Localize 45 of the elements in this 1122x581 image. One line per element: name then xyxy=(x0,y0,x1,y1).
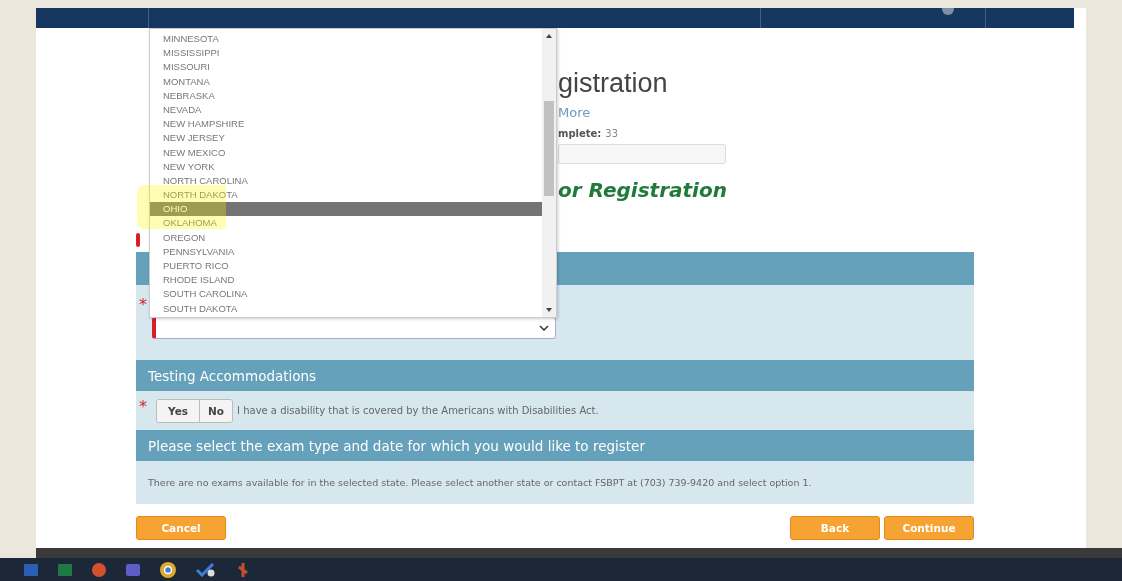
required-asterisk: * xyxy=(138,295,148,314)
exam-message: There are no exams available for in the selected state. Please select another state or contact FSBPT at (703) 739-9420 and select option 1. xyxy=(148,477,812,488)
state-option[interactable]: NEW YORK xyxy=(150,159,542,174)
page-title: gistration xyxy=(558,70,669,97)
state-option[interactable]: RHODE ISLAND xyxy=(150,273,542,288)
presentation-app-icon[interactable] xyxy=(92,562,106,577)
state-option[interactable]: MISSOURI xyxy=(150,60,542,75)
state-option[interactable]: MINNESOTA xyxy=(150,32,542,47)
state-option[interactable]: NORTH CAROLINA xyxy=(150,173,542,189)
scrollbar-thumb[interactable] xyxy=(544,100,554,196)
more-link[interactable]: More xyxy=(558,105,727,120)
state-option[interactable]: NEVADA xyxy=(150,102,542,118)
section-header: Please select the exam type and date for which you would like to register xyxy=(136,430,974,461)
toggle-button[interactable]: No xyxy=(200,399,233,422)
section-header: Testing Accommodations xyxy=(136,360,974,391)
checkmark-icon[interactable] xyxy=(196,562,216,577)
scrollbar[interactable] xyxy=(542,29,556,317)
state-option[interactable]: OREGON xyxy=(150,230,542,245)
spreadsheet-app-icon[interactable] xyxy=(58,563,72,576)
state-option[interactable]: NEBRASKA xyxy=(150,88,542,103)
tool-icon[interactable] xyxy=(236,561,250,578)
state-option[interactable]: PUERTO RICO xyxy=(150,259,542,274)
section-title: or Registration xyxy=(558,178,727,202)
state-option[interactable]: PENNSYLVANIA xyxy=(150,244,542,259)
disability-statement: I have a disability that is covered by the Americans with Disabilities Act. xyxy=(237,405,599,416)
state-option[interactable]: OKLAHOMA xyxy=(150,216,542,231)
chat-app-icon[interactable] xyxy=(126,563,140,576)
document-app-icon[interactable] xyxy=(24,563,38,576)
scroll-down-icon[interactable] xyxy=(545,307,553,313)
state-option[interactable]: NEW HAMPSHIRE xyxy=(150,117,542,132)
state-option[interactable]: SOUTH CAROLINA xyxy=(150,287,542,302)
error-marker xyxy=(136,233,140,247)
browser-icon[interactable] xyxy=(160,561,176,578)
scroll-up-icon[interactable] xyxy=(545,33,553,39)
state-option[interactable]: SOUTH DAKOTA xyxy=(150,301,542,316)
toggle-button[interactable]: Yes xyxy=(157,399,200,422)
progress-value: 33 xyxy=(605,128,619,139)
state-option[interactable]: NEW MEXICO xyxy=(150,145,542,160)
progress-label: mplete: xyxy=(558,128,602,139)
chevron-down-icon xyxy=(539,325,549,331)
state-option[interactable]: NEW JERSEY xyxy=(150,131,542,146)
state-option[interactable]: MONTANA xyxy=(150,74,542,89)
state-option[interactable]: OHIO xyxy=(150,202,542,217)
state-option[interactable]: MISSISSIPPI xyxy=(150,46,542,61)
required-asterisk: * xyxy=(138,397,148,416)
